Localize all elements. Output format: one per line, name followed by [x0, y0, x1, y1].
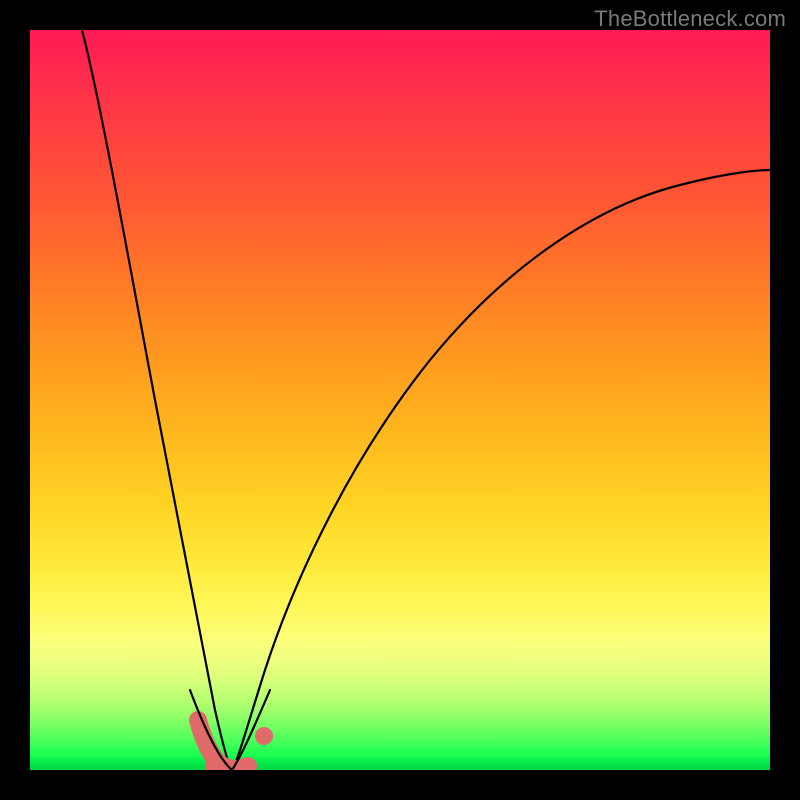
- chart-frame: TheBottleneck.com: [0, 0, 800, 800]
- curve-layer: [30, 30, 770, 770]
- pink-highlight-dot: [255, 727, 273, 745]
- curve-right-branch: [232, 170, 770, 770]
- plot-area: [30, 30, 770, 770]
- watermark-text: TheBottleneck.com: [594, 6, 786, 32]
- curve-left-branch: [82, 30, 232, 770]
